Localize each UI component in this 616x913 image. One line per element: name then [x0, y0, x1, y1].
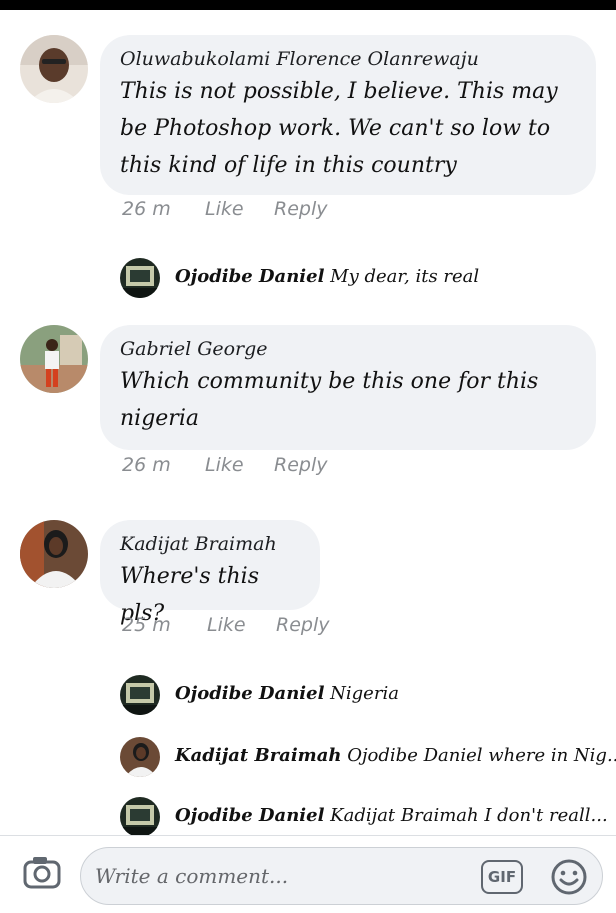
reply-body: Kadijat Braimah I don't reall... — [330, 805, 608, 826]
avatar-photo — [20, 325, 88, 393]
reply-body: Nigeria — [330, 683, 399, 704]
comment-author[interactable]: Gabriel George — [120, 337, 576, 361]
reply-author[interactable]: Kadijat Braimah — [175, 745, 341, 766]
reply-item[interactable]: Ojodibe Daniel Kadijat Braimah I don't r… — [120, 797, 608, 839]
comment-time: 26 m — [122, 198, 171, 220]
avatar[interactable] — [20, 35, 88, 103]
status-bar — [0, 0, 616, 10]
comment-meta: 26 m Like Reply — [0, 198, 616, 224]
reply-text: Ojodibe Daniel Nigeria — [175, 683, 399, 704]
comment-input-wrapper[interactable]: GIF — [80, 847, 603, 905]
camera-icon[interactable] — [22, 854, 62, 890]
like-button[interactable]: Like — [207, 614, 246, 636]
comment-author[interactable]: Oluwabukolami Florence Olanrewaju — [120, 47, 576, 71]
comment-author[interactable]: Kadijat Braimah — [120, 532, 300, 556]
smiley-icon[interactable] — [550, 858, 588, 896]
reply-button[interactable]: Reply — [276, 614, 329, 636]
reply-avatar[interactable] — [120, 797, 160, 837]
comment-time: 26 m — [122, 454, 171, 476]
reply-text: Ojodibe Daniel Kadijat Braimah I don't r… — [175, 805, 608, 826]
reply-item[interactable]: Kadijat Braimah Ojodibe Daniel where in … — [120, 737, 616, 779]
reply-avatar[interactable] — [120, 737, 160, 777]
like-button[interactable]: Like — [205, 454, 244, 476]
comment-bubble[interactable]: Gabriel George Which community be this o… — [100, 325, 596, 450]
comment-bubble[interactable]: Kadijat Braimah Where's this pls? — [100, 520, 320, 626]
reply-body: Ojodibe Daniel where in Nig... — [347, 745, 616, 766]
avatar[interactable] — [20, 325, 88, 393]
reply-author[interactable]: Ojodibe Daniel — [175, 805, 324, 826]
comment-bubble[interactable]: Oluwabukolami Florence Olanrewaju This i… — [100, 35, 596, 195]
reply-button[interactable]: Reply — [274, 198, 327, 220]
like-button[interactable]: Like — [205, 198, 244, 220]
comment-meta: 25 m Like Reply — [0, 614, 616, 640]
comment-text: This is not possible, I believe. This ma… — [120, 79, 558, 178]
reply-author[interactable]: Ojodibe Daniel — [175, 266, 324, 287]
reply-avatar[interactable] — [120, 258, 160, 298]
comment-input[interactable] — [95, 856, 475, 896]
avatar-photo — [20, 520, 88, 588]
gif-button[interactable]: GIF — [481, 860, 523, 894]
reply-text: Kadijat Braimah Ojodibe Daniel where in … — [175, 745, 616, 766]
comment-composer-bar: GIF — [0, 835, 616, 913]
reply-text: Ojodibe Daniel My dear, its real — [175, 266, 479, 287]
reply-avatar[interactable] — [120, 675, 160, 715]
reply-item[interactable]: Ojodibe Daniel My dear, its real — [120, 258, 600, 300]
reply-button[interactable]: Reply — [274, 454, 327, 476]
reply-body: My dear, its real — [330, 266, 480, 287]
comment-time: 25 m — [122, 614, 171, 636]
comment-meta: 26 m Like Reply — [0, 454, 616, 480]
avatar[interactable] — [20, 520, 88, 588]
comment-text: Which community be this one for this nig… — [120, 369, 539, 431]
reply-author[interactable]: Ojodibe Daniel — [175, 683, 324, 704]
reply-item[interactable]: Ojodibe Daniel Nigeria — [120, 675, 600, 717]
avatar-photo — [20, 35, 88, 103]
